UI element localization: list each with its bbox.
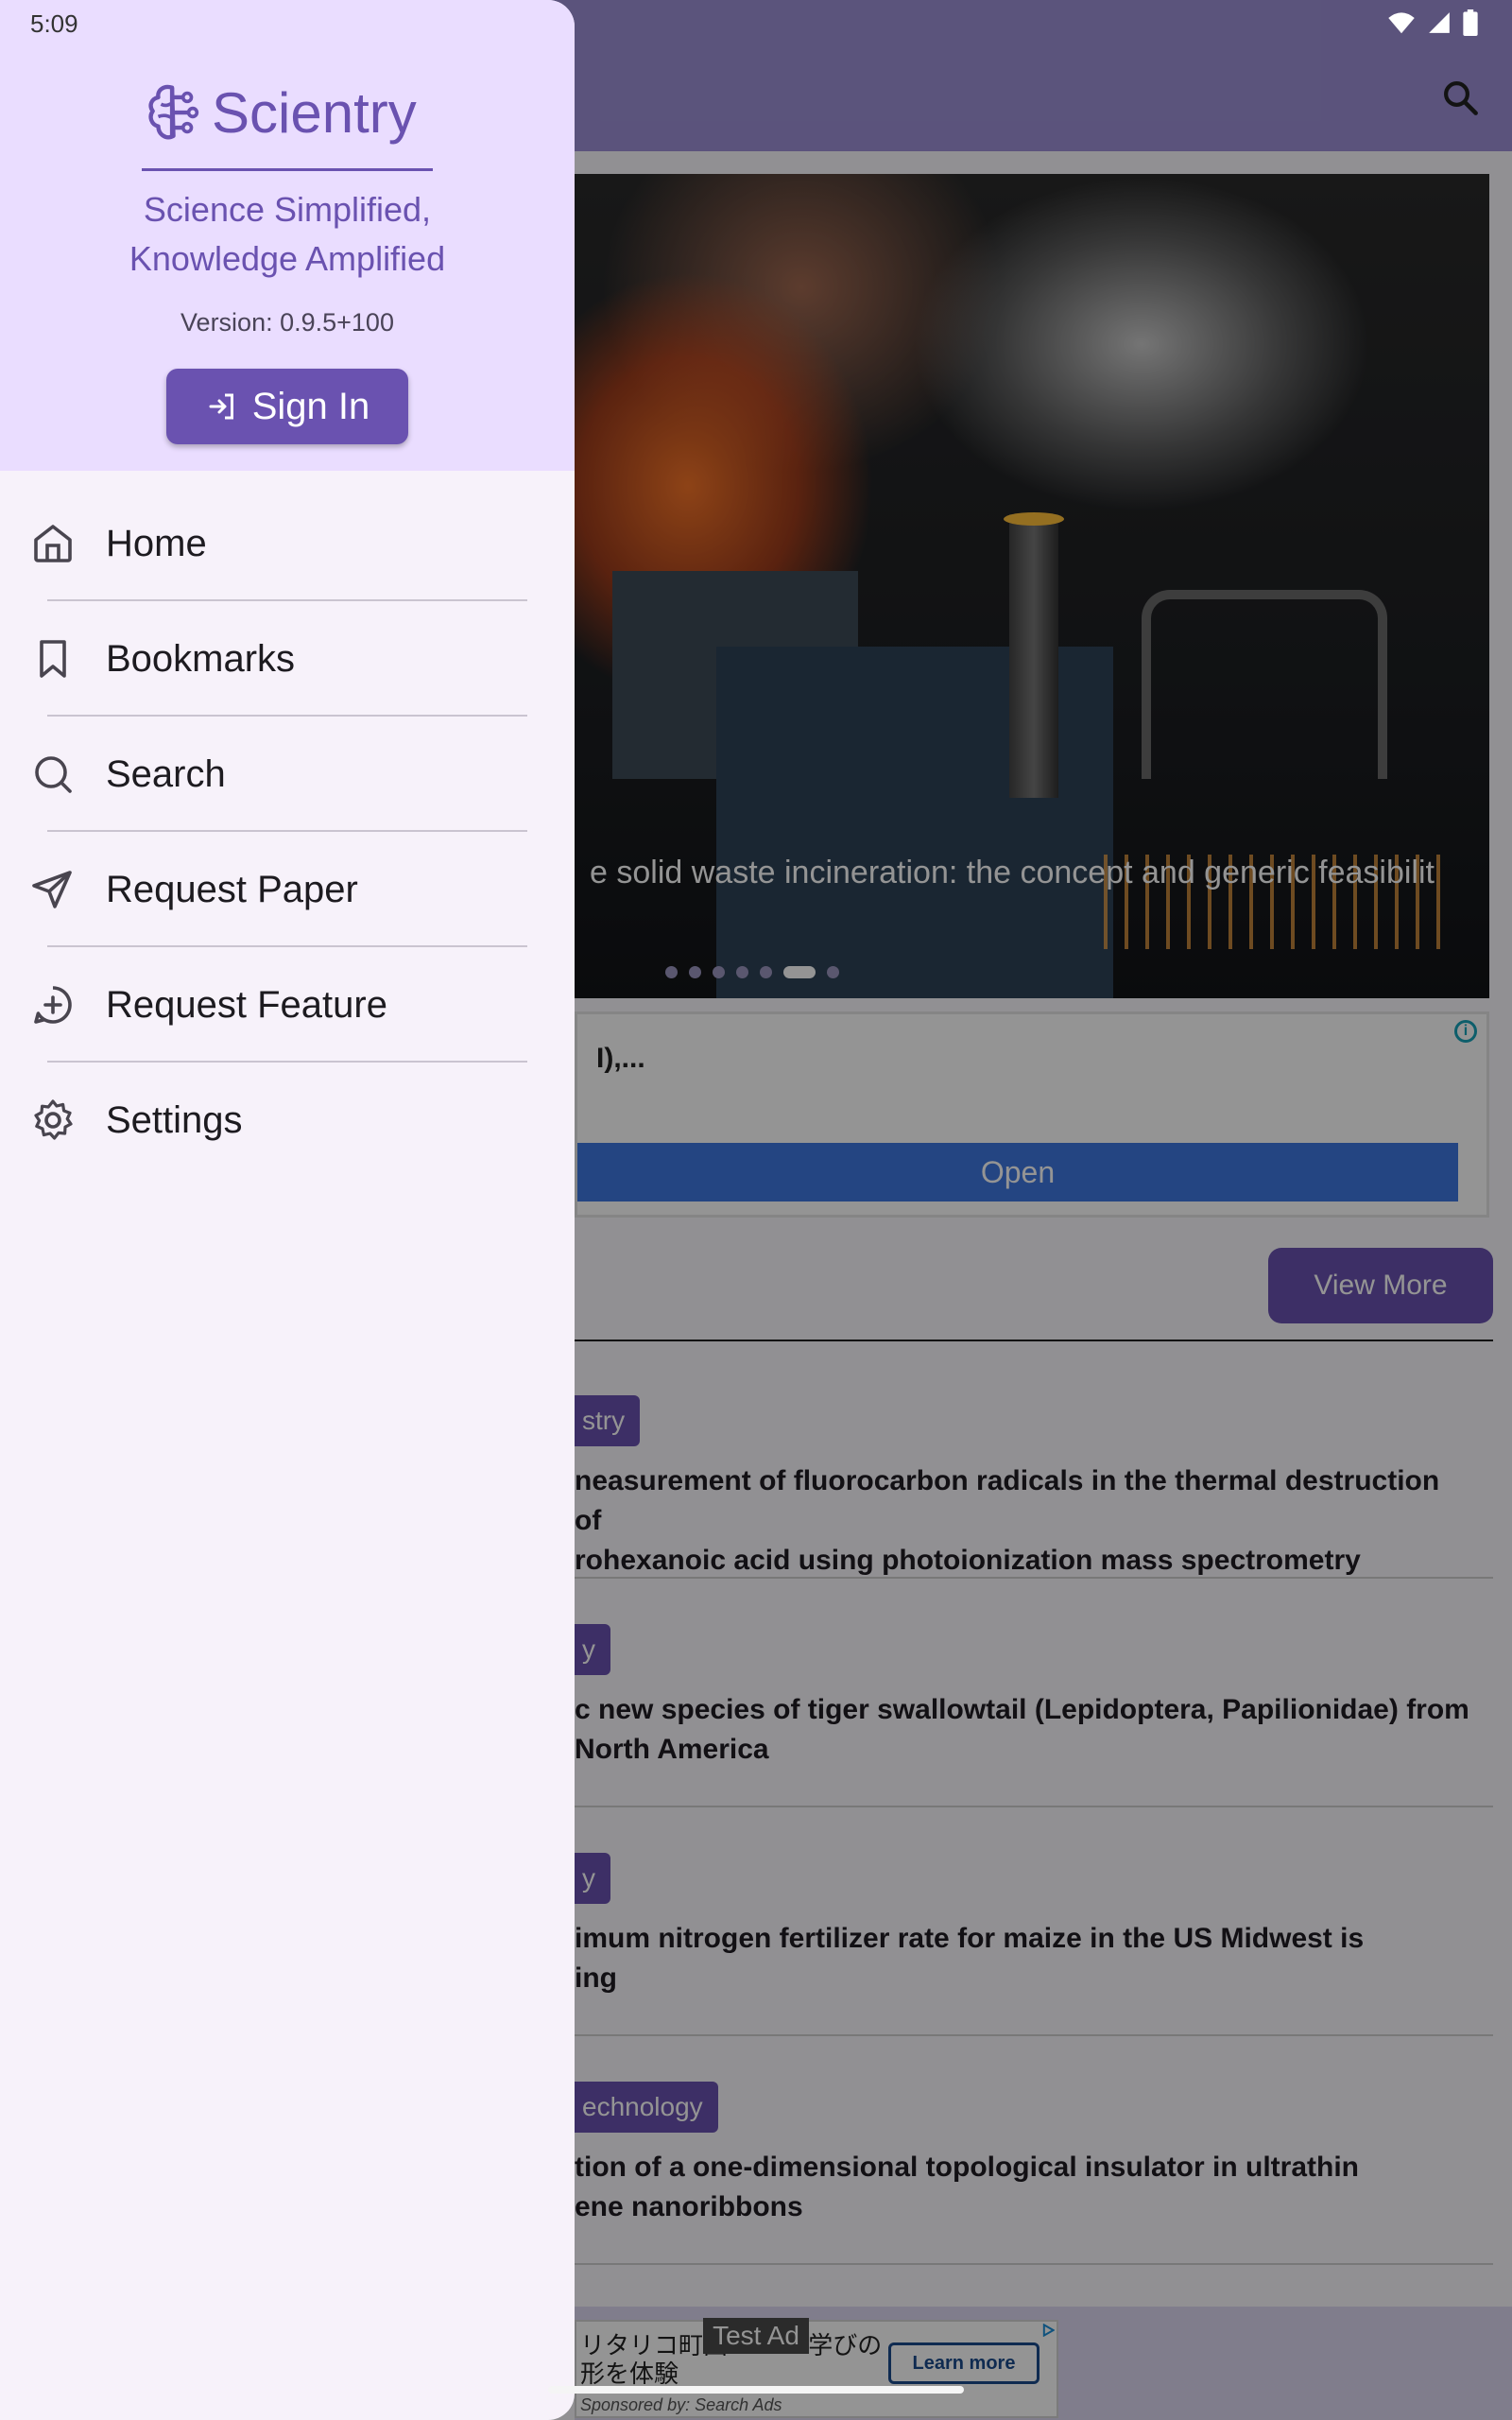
- cellular-signal-icon: [1429, 12, 1450, 33]
- sign-in-label: Sign In: [251, 385, 370, 427]
- nav-item-label: Home: [106, 522, 207, 564]
- nav-item-bookmarks[interactable]: Bookmarks: [0, 607, 575, 711]
- logo-underline: [142, 168, 433, 171]
- send-icon: [32, 871, 72, 908]
- app-version: Version: 0.9.5+100: [180, 308, 394, 337]
- battery-icon: [1463, 9, 1478, 36]
- nav-item-label: Bookmarks: [106, 637, 296, 680]
- nav-item-search[interactable]: Search: [0, 722, 575, 826]
- sign-in-button[interactable]: Sign In: [166, 369, 408, 444]
- nav-item-label: Settings: [106, 1098, 243, 1141]
- nav-divider: [47, 1061, 527, 1063]
- nav-divider: [47, 945, 527, 947]
- nav-divider: [47, 830, 527, 832]
- drawer-header: 5:09 Scientry Science Simplified, Knowle…: [0, 0, 575, 471]
- nav-item-home[interactable]: Home: [0, 492, 575, 596]
- nav-item-settings[interactable]: Settings: [0, 1068, 575, 1172]
- nav-item-request-feature[interactable]: Request Feature: [0, 953, 575, 1057]
- status-time: 5:09: [30, 9, 78, 38]
- app-name: Scientry: [212, 80, 417, 145]
- brain-logo-icon: [148, 84, 199, 140]
- wifi-icon: [1388, 12, 1415, 34]
- app-logo: Scientry: [142, 79, 417, 146]
- settings-icon: [34, 1099, 73, 1140]
- nav-divider: [47, 715, 527, 717]
- nav-item-label: Request Paper: [106, 868, 358, 910]
- nav-item-request-paper[interactable]: Request Paper: [0, 838, 575, 942]
- tagline-line: Knowledge Amplified: [129, 239, 446, 278]
- bookmark-icon: [40, 640, 66, 678]
- gesture-home-indicator[interactable]: [548, 2386, 964, 2394]
- app-tagline: Science Simplified, Knowledge Amplified: [0, 185, 575, 284]
- search-icon: [35, 756, 72, 793]
- navigation-drawer: 5:09 Scientry Science Simplified, Knowle…: [0, 0, 575, 2420]
- feature-request-icon: [34, 986, 72, 1024]
- login-icon: [209, 393, 233, 420]
- tagline-line: Science Simplified,: [143, 190, 432, 229]
- home-icon: [34, 525, 72, 562]
- nav-divider: [47, 599, 527, 601]
- nav-item-label: Search: [106, 752, 226, 795]
- nav-item-label: Request Feature: [106, 983, 387, 1026]
